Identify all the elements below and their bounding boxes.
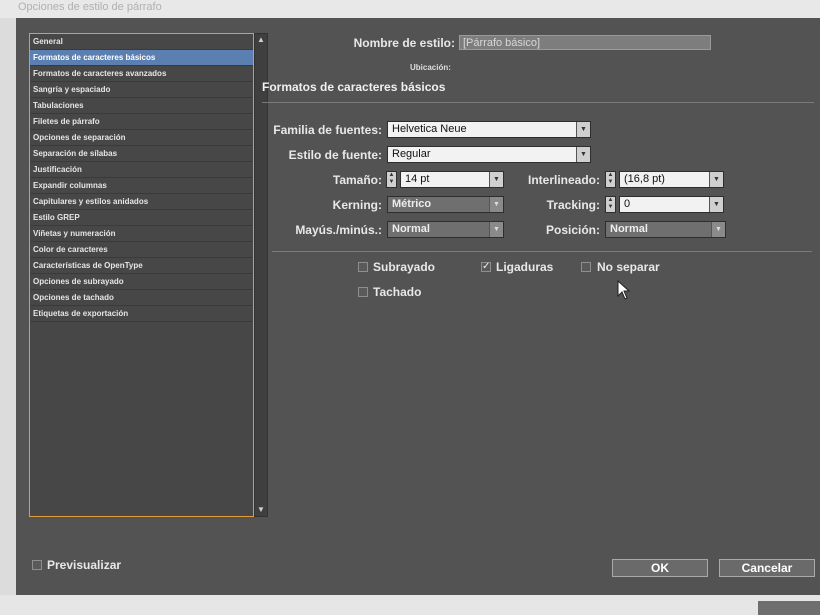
tracking-stepper[interactable]: ▲ ▼	[605, 196, 616, 213]
chevron-down-icon[interactable]: ▼	[576, 147, 590, 162]
case-value: Normal	[392, 223, 430, 235]
size-label: Tamaño:	[332, 173, 382, 187]
underline-checkbox[interactable]	[358, 262, 368, 272]
position-value: Normal	[610, 223, 648, 235]
ligatures-label: Ligaduras	[496, 260, 554, 274]
size-dropdown[interactable]: 14 pt ▼	[400, 171, 504, 188]
sidebar-item[interactable]: Separación de sílabas	[30, 146, 253, 162]
scroll-down-icon[interactable]: ▼	[255, 504, 267, 516]
paragraph-style-dialog: General Formatos de caracteres básicos For…	[16, 18, 820, 595]
sidebar-item[interactable]: Tabulaciones	[30, 98, 253, 114]
cancel-button[interactable]: Cancelar	[719, 559, 815, 577]
sidebar-item[interactable]: Estilo GREP	[30, 210, 253, 226]
sidebar-item[interactable]: Formatos de caracteres avanzados	[30, 66, 253, 82]
sidebar-item[interactable]: Formatos de caracteres básicos	[30, 50, 253, 66]
kerning-dropdown[interactable]: Métrico ▼	[387, 196, 504, 213]
font-style-dropdown[interactable]: Regular ▼	[387, 146, 591, 163]
preview-checkbox[interactable]	[32, 560, 42, 570]
no-break-label: No separar	[597, 260, 660, 274]
font-style-value: Regular	[392, 148, 431, 160]
size-value: 14 pt	[405, 173, 430, 185]
font-family-dropdown[interactable]: Helvetica Neue ▼	[387, 121, 591, 138]
tracking-dropdown[interactable]: 0 ▼	[619, 196, 724, 213]
scroll-up-icon[interactable]: ▲	[255, 34, 267, 46]
sidebar-item[interactable]: Color de caracteres	[30, 242, 253, 258]
sidebar-item[interactable]: Características de OpenType	[30, 258, 253, 274]
chevron-down-icon[interactable]: ▼	[711, 222, 725, 237]
leading-dropdown[interactable]: (16,8 pt) ▼	[619, 171, 724, 188]
sidebar-item[interactable]: Expandir columnas	[30, 178, 253, 194]
case-label: Mayús./minús.:	[295, 223, 382, 237]
chevron-down-icon[interactable]: ▼	[709, 197, 723, 212]
section-divider	[262, 102, 814, 103]
tracking-value: 0	[624, 198, 631, 210]
options-divider	[272, 251, 812, 252]
sidebar-item[interactable]: Justificación	[30, 162, 253, 178]
ok-button[interactable]: OK	[612, 559, 708, 577]
sidebar-item[interactable]: Etiquetas de exportación	[30, 306, 253, 322]
chevron-down-icon[interactable]: ▼	[489, 172, 503, 187]
sidebar-item[interactable]: Opciones de separación	[30, 130, 253, 146]
background-strip	[0, 595, 820, 615]
sidebar-item[interactable]: Filetes de párrafo	[30, 114, 253, 130]
style-name-label: Nombre de estilo:	[353, 36, 455, 50]
font-family-value: Helvetica Neue	[392, 123, 467, 135]
no-break-checkbox[interactable]	[581, 262, 591, 272]
font-style-label: Estilo de fuente:	[288, 148, 382, 162]
chevron-down-icon[interactable]: ▼	[489, 222, 503, 237]
preview-label: Previsualizar	[47, 558, 122, 572]
kerning-value: Métrico	[392, 198, 432, 210]
chevron-down-icon[interactable]: ▼	[576, 122, 590, 137]
ligatures-checkbox[interactable]: ✓	[481, 262, 491, 272]
category-list[interactable]: General Formatos de caracteres básicos For…	[29, 33, 254, 517]
section-title: Formatos de caracteres básicos	[262, 80, 446, 94]
window-titlebar: Opciones de estilo de párrafo	[0, 0, 820, 18]
mouse-pointer-icon	[617, 280, 631, 300]
leading-stepper[interactable]: ▲ ▼	[605, 171, 616, 188]
font-family-label: Familia de fuentes:	[273, 123, 382, 137]
case-dropdown[interactable]: Normal ▼	[387, 221, 504, 238]
sidebar-item[interactable]: Opciones de subrayado	[30, 274, 253, 290]
position-dropdown[interactable]: Normal ▼	[605, 221, 726, 238]
kerning-label: Kerning:	[332, 198, 382, 212]
leading-label: Interlineado:	[527, 173, 600, 187]
underline-label: Subrayado	[373, 260, 436, 274]
sidebar-item[interactable]: Opciones de tachado	[30, 290, 253, 306]
strikethrough-checkbox[interactable]	[358, 287, 368, 297]
style-name-field[interactable]: [Párrafo básico]	[459, 35, 711, 50]
size-stepper[interactable]: ▲ ▼	[386, 171, 397, 188]
position-label: Posición:	[545, 223, 600, 237]
sidebar-item[interactable]: Viñetas y numeración	[30, 226, 253, 242]
leading-value: (16,8 pt)	[624, 173, 665, 185]
chevron-down-icon[interactable]: ▼	[489, 197, 503, 212]
location-label: Ubicación:	[410, 63, 451, 72]
sidebar-item[interactable]: General	[30, 34, 253, 50]
chevron-down-icon[interactable]: ▼	[709, 172, 723, 187]
sidebar-item[interactable]: Sangría y espaciado	[30, 82, 253, 98]
strikethrough-label: Tachado	[373, 285, 422, 299]
sidebar-item[interactable]: Capitulares y estilos anidados	[30, 194, 253, 210]
category-list-scrollbar[interactable]: ▲ ▼	[254, 33, 268, 517]
window-title: Opciones de estilo de párrafo	[18, 1, 162, 13]
tracking-label: Tracking:	[546, 198, 600, 212]
